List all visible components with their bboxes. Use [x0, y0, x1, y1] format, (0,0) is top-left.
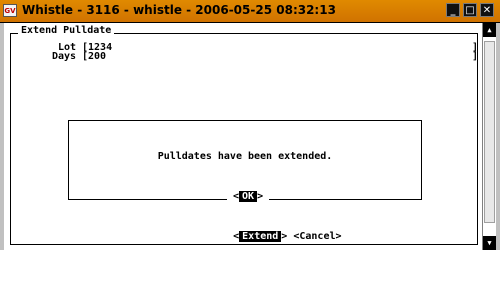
form-title: Extend Pulldate: [18, 25, 115, 36]
window-title: Whistle - 3116 - whistle - 2006-05-25 08…: [22, 3, 336, 17]
extend-close-bracket: >: [281, 231, 288, 242]
days-field-end: ]: [472, 51, 479, 62]
minimize-button[interactable]: _: [446, 3, 460, 17]
vertical-scrollbar[interactable]: ▲ ▼: [482, 23, 496, 250]
terminal-window: GV Whistle - 3116 - whistle - 2006-05-25…: [0, 0, 500, 250]
scroll-down-icon[interactable]: ▼: [483, 236, 496, 250]
title-bar[interactable]: GV Whistle - 3116 - whistle - 2006-05-25…: [0, 0, 500, 23]
cancel-button[interactable]: <Cancel>: [293, 231, 341, 242]
action-bar: < Extend > <Cancel>: [197, 220, 342, 253]
days-field[interactable]: [200: [82, 51, 106, 62]
scroll-thumb[interactable]: [484, 41, 495, 223]
terminal-screen: Extend Pulldate Lot [1234 ] Days [200 ] …: [4, 23, 482, 250]
days-label: Days: [52, 51, 77, 62]
scroll-up-icon[interactable]: ▲: [483, 23, 496, 37]
message-dialog: Pulldates have been extended. < OK >: [68, 120, 422, 203]
dialog-message: Pulldates have been extended.: [157, 151, 333, 162]
maximize-button[interactable]: □: [463, 3, 477, 17]
ok-close-bracket: >: [257, 191, 264, 202]
ok-label: OK: [239, 191, 258, 202]
close-button[interactable]: ✕: [480, 3, 494, 17]
app-icon[interactable]: GV: [3, 4, 17, 17]
ok-button[interactable]: < OK >: [227, 191, 270, 203]
extend-button[interactable]: < Extend >: [233, 231, 287, 242]
extend-label: Extend: [239, 231, 282, 242]
